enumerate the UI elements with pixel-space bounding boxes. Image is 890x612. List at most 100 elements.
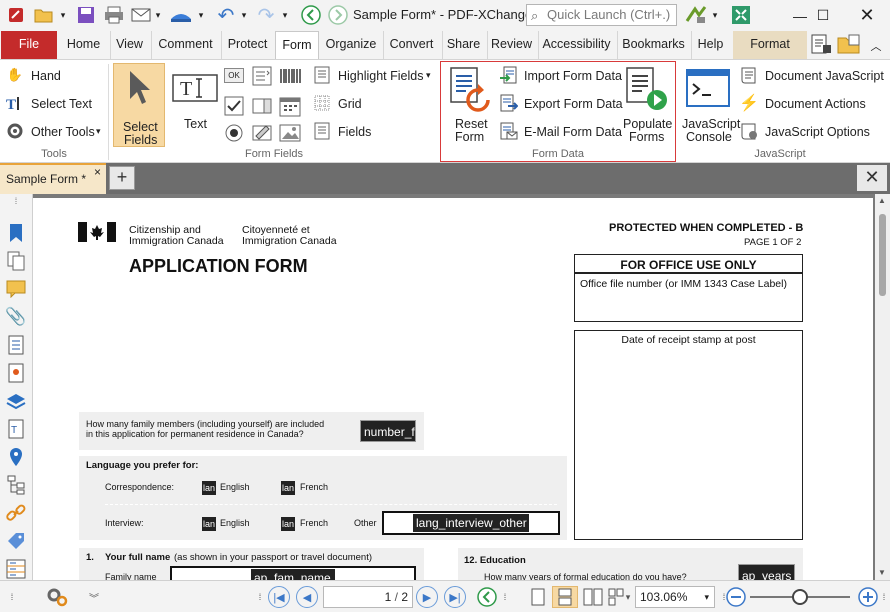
status-right-grip-icon[interactable]: ⁞: [879, 586, 889, 608]
export-form-data-button[interactable]: Export Form Data: [524, 97, 623, 111]
scan-icon[interactable]: [168, 4, 194, 26]
interview-french-checkbox[interactable]: lan: [281, 517, 295, 531]
combo-box-field-icon[interactable]: [252, 96, 272, 116]
comments-icon[interactable]: [5, 278, 27, 300]
new-tab-button[interactable]: +: [109, 166, 135, 190]
tab-comment[interactable]: Comment: [151, 31, 219, 59]
previous-page-button[interactable]: ◀: [296, 586, 318, 608]
tab-help[interactable]: Help: [691, 31, 729, 59]
date-field-icon[interactable]: [279, 95, 301, 117]
layers-icon[interactable]: [5, 390, 27, 412]
other-tools-dropdown-icon[interactable]: ▾: [96, 126, 101, 137]
vertical-scrollbar[interactable]: ▲ ▼: [875, 194, 890, 580]
tags-icon[interactable]: T: [5, 418, 27, 440]
import-form-data-button[interactable]: Import Form Data: [524, 69, 622, 83]
list-box-field-icon[interactable]: [252, 66, 272, 86]
fullscreen-icon[interactable]: [729, 4, 753, 26]
back-icon[interactable]: [300, 4, 322, 26]
interview-other-field[interactable]: lang_interview_other: [413, 514, 529, 532]
attachments-icon[interactable]: 📎: [5, 306, 27, 328]
zoom-dropdown-icon[interactable]: ▾: [704, 587, 709, 607]
collapse-pane-icon[interactable]: ⁞: [5, 196, 27, 206]
populate-forms-label-1[interactable]: Populate: [623, 117, 672, 131]
status-left-grip-icon[interactable]: ⁞: [6, 586, 18, 608]
maximize-button[interactable]: ☐: [800, 0, 846, 31]
zoom-slider-knob[interactable]: [792, 589, 808, 605]
hand-tool-button[interactable]: Hand: [31, 69, 61, 83]
scroll-down-icon[interactable]: ▼: [878, 568, 886, 577]
options-dropdown-icon[interactable]: ︾: [88, 586, 100, 608]
barcode-field-icon[interactable]: [279, 66, 303, 86]
nav-grip-icon[interactable]: ⁞: [254, 586, 266, 608]
redo-icon[interactable]: ↷: [254, 4, 278, 27]
checkbox-field-icon[interactable]: [224, 96, 244, 116]
page-number-input[interactable]: 1 / 2: [323, 586, 413, 608]
ui-options-dropdown-icon[interactable]: ▾: [710, 4, 720, 26]
tab-share[interactable]: Share: [442, 31, 484, 59]
view-mode-dropdown-icon[interactable]: ▾: [623, 586, 633, 608]
zoom-in-button[interactable]: [857, 586, 879, 608]
image-field-icon[interactable]: [279, 122, 301, 144]
tag-label-icon[interactable]: [5, 530, 27, 552]
undo-icon[interactable]: ↶: [214, 4, 238, 27]
scrollbar-thumb[interactable]: [879, 214, 886, 296]
redo-dropdown-icon[interactable]: ▾: [280, 4, 290, 26]
reset-form-label-2[interactable]: Form: [455, 130, 484, 144]
previous-view-button[interactable]: [476, 586, 498, 608]
facing-view-icon[interactable]: [582, 586, 604, 608]
undo-dropdown-icon[interactable]: ▾: [239, 4, 249, 26]
options-gear-icon[interactable]: [44, 586, 70, 608]
scroll-up-icon[interactable]: ▲: [878, 196, 886, 205]
javascript-console-label-2[interactable]: Console: [686, 130, 732, 144]
javascript-console-label-1[interactable]: JavaScript: [682, 117, 740, 131]
select-fields-button[interactable]: Select Fields: [113, 63, 165, 147]
select-text-button[interactable]: Select Text: [31, 97, 92, 111]
scan-dropdown-icon[interactable]: ▾: [196, 4, 206, 26]
content-icon[interactable]: [5, 362, 27, 384]
fields-pane-nav-icon[interactable]: [5, 334, 27, 356]
ui-options-icon[interactable]: [684, 4, 708, 26]
view-grip-icon[interactable]: ⁞: [500, 586, 510, 608]
open-folder-icon[interactable]: [33, 4, 55, 26]
thumbnails-icon[interactable]: [5, 250, 27, 272]
highlight-fields-button[interactable]: Highlight Fields: [338, 69, 423, 83]
tab-organize[interactable]: Organize: [322, 31, 380, 59]
forward-icon[interactable]: [327, 4, 349, 26]
tab-convert[interactable]: Convert: [383, 31, 439, 59]
close-tab-icon[interactable]: ×: [94, 165, 101, 179]
tab-home[interactable]: Home: [60, 31, 107, 59]
email-form-data-button[interactable]: E-Mail Form Data: [524, 125, 622, 139]
email-icon[interactable]: [130, 4, 152, 26]
tab-protect[interactable]: Protect: [221, 31, 273, 59]
signature-field-icon[interactable]: [252, 122, 274, 144]
text-field-button[interactable]: Text: [184, 117, 207, 131]
destinations-icon[interactable]: [5, 446, 27, 468]
zoom-out-button[interactable]: [725, 586, 747, 608]
next-page-button[interactable]: ▶: [416, 586, 438, 608]
print-icon[interactable]: [103, 4, 125, 26]
comments-pane-icon[interactable]: [808, 33, 834, 55]
single-page-view-icon[interactable]: [528, 586, 548, 608]
document-javascript-button[interactable]: Document JavaScript: [765, 69, 884, 83]
interview-english-checkbox[interactable]: lan: [202, 517, 216, 531]
open-dropdown-icon[interactable]: ▾: [57, 4, 69, 26]
radio-field-icon[interactable]: [224, 123, 244, 143]
document-view[interactable]: Citizenship and Immigration Canada Citoy…: [33, 194, 875, 582]
close-window-button[interactable]: ✕: [844, 0, 890, 31]
quick-launch-input[interactable]: ⌕ Quick Launch (Ctrl+.): [526, 4, 677, 26]
tab-bookmarks[interactable]: Bookmarks: [617, 31, 689, 59]
last-page-button[interactable]: ▶|: [444, 586, 466, 608]
tab-format[interactable]: Format: [733, 31, 807, 59]
save-icon[interactable]: [75, 4, 97, 26]
email-dropdown-icon[interactable]: ▾: [153, 4, 163, 26]
links-icon[interactable]: [5, 502, 27, 524]
collapse-ribbon-icon[interactable]: ︿: [868, 35, 884, 57]
document-tab[interactable]: Sample Form * ×: [0, 163, 106, 194]
tab-form[interactable]: Form: [275, 31, 319, 60]
populate-forms-label-2[interactable]: Forms: [629, 130, 664, 144]
tab-file[interactable]: File: [1, 31, 57, 59]
zoom-level-input[interactable]: 103.06% ▾: [635, 586, 715, 608]
correspondence-french-checkbox[interactable]: lan: [281, 481, 295, 495]
close-document-button[interactable]: ✕: [857, 165, 887, 191]
family-members-field[interactable]: number_f: [360, 420, 416, 442]
